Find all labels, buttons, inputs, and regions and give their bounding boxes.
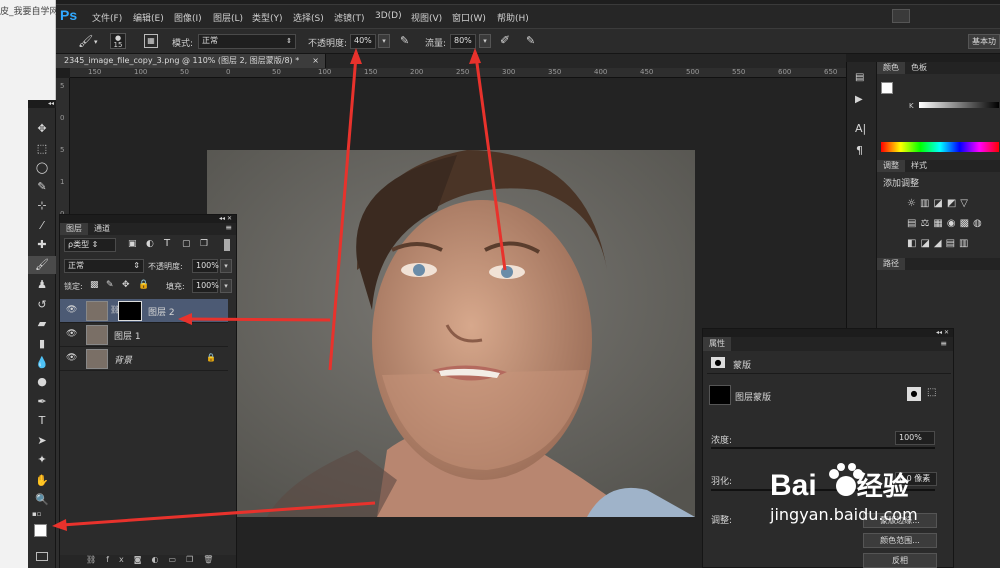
arrow-to-mask xyxy=(185,317,331,322)
annotation-arrows xyxy=(52,48,507,531)
arrow-to-foreground xyxy=(61,501,376,527)
photoshop-window: 皮_我要自学网 Ps 文件(F) 编辑(E) 图像(I) 图层(L) 类型(Y)… xyxy=(0,0,1000,568)
arrow-head xyxy=(469,48,481,64)
arrow-to-flow xyxy=(474,55,507,271)
arrow-head xyxy=(52,519,67,531)
arrow-head xyxy=(178,313,192,325)
arrow-head xyxy=(350,48,362,64)
arrow-to-opacity xyxy=(328,55,358,371)
